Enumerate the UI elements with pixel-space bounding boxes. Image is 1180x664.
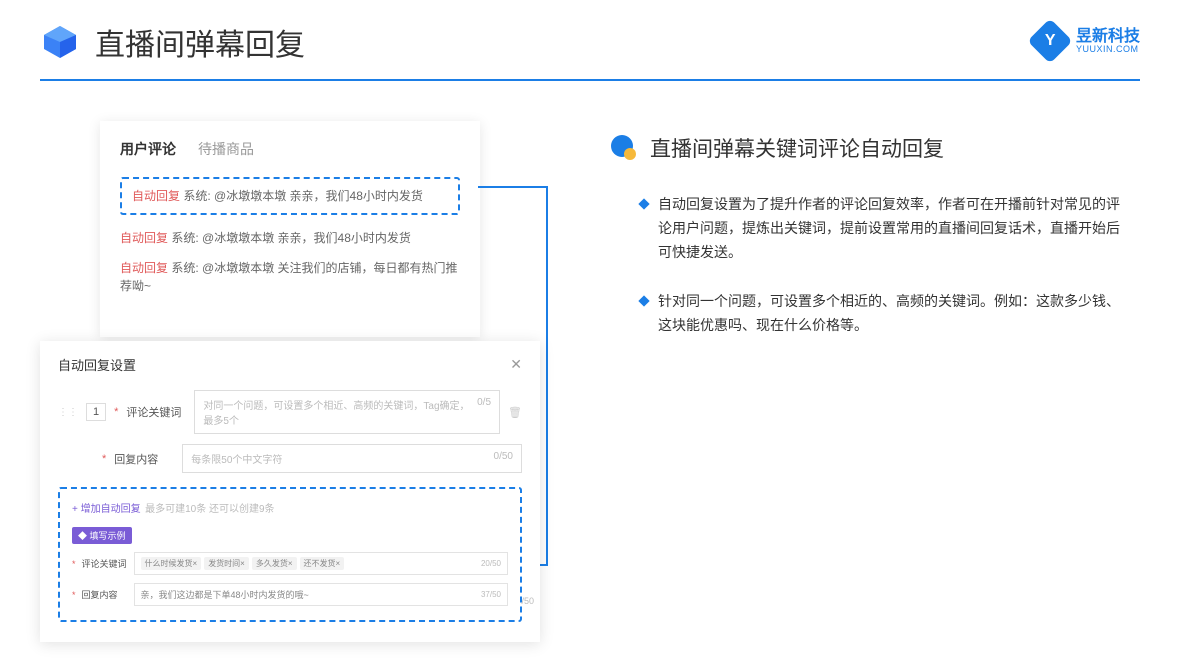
connector-line — [546, 186, 548, 566]
keyword-label: 评论关键词 — [126, 404, 186, 420]
brand-icon: Y — [1027, 18, 1072, 63]
comment-row: 自动回复 系统: @冰墩墩本墩 关注我们的店铺，每日都有热门推荐呦~ — [120, 259, 460, 295]
delete-icon[interactable]: 🗑 — [508, 406, 522, 419]
section-title: 直播间弹幕关键词评论自动回复 — [650, 133, 944, 163]
tab-pending-goods[interactable]: 待播商品 — [198, 139, 254, 159]
counter: /50 — [521, 596, 534, 606]
cube-icon — [40, 22, 80, 62]
rule-number: 1 — [86, 403, 106, 421]
keyword-chip[interactable]: 多久发货× — [252, 557, 297, 570]
diamond-icon — [638, 296, 649, 307]
keyword-chip[interactable]: 发货时间× — [204, 557, 249, 570]
required-mark: * — [102, 453, 106, 465]
comment-row: 自动回复 系统: @冰墩墩本墩 亲亲，我们48小时内发货 — [120, 229, 460, 247]
reply-label: 回复内容 — [114, 451, 174, 467]
brand-name-cn: 昱新科技 — [1076, 29, 1140, 45]
bullet-item: 自动回复设置为了提升作者的评论回复效率，作者可在开播前针对常见的评论用户问题，提… — [610, 193, 1120, 264]
keyword-chip[interactable]: 什么时候发货× — [141, 557, 202, 570]
comments-panel: 用户评论 待播商品 自动回复 系统: @冰墩墩本墩 亲亲，我们48小时内发货 自… — [100, 121, 480, 337]
keyword-chip[interactable]: 还不发货× — [300, 557, 345, 570]
connector-line — [478, 186, 548, 188]
ex-reply-input[interactable]: 亲，我们这边都是下单48小时内发货的哦~ 37/50 — [134, 583, 508, 606]
bullet-text: 自动回复设置为了提升作者的评论回复效率，作者可在开播前针对常见的评论用户问题，提… — [658, 193, 1120, 264]
comment-highlighted: 自动回复 系统: @冰墩墩本墩 亲亲，我们48小时内发货 — [120, 177, 460, 215]
settings-title: 自动回复设置 — [58, 355, 136, 374]
auto-reply-tag: 自动回复 — [132, 189, 180, 203]
bullet-text: 针对同一个问题，可设置多个相近的、高频的关键词。例如：这款多少钱、这块能优惠吗、… — [658, 290, 1120, 338]
required-mark: * — [72, 590, 76, 600]
ex-reply-label: 回复内容 — [82, 588, 128, 601]
close-icon[interactable]: ✕ — [510, 356, 522, 373]
drag-handle-icon[interactable]: ⋮⋮ — [58, 407, 78, 418]
tab-user-comments[interactable]: 用户评论 — [120, 139, 176, 159]
example-badge: ◆ 填写示例 — [72, 527, 132, 544]
keyword-input[interactable]: 对同一个问题，可设置多个相近、高频的关键词，Tag确定，最多5个 0/5 — [194, 390, 500, 434]
add-hint: 最多可建10条 还可以创建9条 — [145, 504, 274, 515]
ex-keyword-label: 评论关键词 — [82, 557, 128, 570]
example-box: + 增加自动回复 最多可建10条 还可以创建9条 ◆ 填写示例 * 评论关键词 … — [58, 487, 522, 622]
reply-input[interactable]: 每条限50个中文字符 0/50 — [182, 444, 522, 473]
auto-reply-tag: 自动回复 — [120, 231, 168, 245]
ex-keyword-input[interactable]: 什么时候发货× 发货时间× 多久发货× 还不发货× 20/50 — [134, 552, 508, 575]
bullet-item: 针对同一个问题，可设置多个相近的、高频的关键词。例如：这款多少钱、这块能优惠吗、… — [610, 290, 1120, 338]
diamond-icon — [638, 198, 649, 209]
chat-bubble-icon — [610, 134, 638, 162]
auto-reply-settings-panel: 自动回复设置 ✕ ⋮⋮ 1 * 评论关键词 对同一个问题，可设置多个相近、高频的… — [40, 341, 540, 642]
auto-reply-tag: 自动回复 — [120, 261, 168, 275]
required-mark: * — [114, 406, 118, 418]
add-auto-reply-link[interactable]: + 增加自动回复 — [72, 504, 141, 515]
required-mark: * — [72, 559, 76, 569]
page-title: 直播间弹幕回复 — [95, 20, 305, 64]
brand-logo: Y 昱新科技 YUUXIN.COM — [1034, 25, 1140, 57]
brand-name-en: YUUXIN.COM — [1076, 45, 1140, 54]
